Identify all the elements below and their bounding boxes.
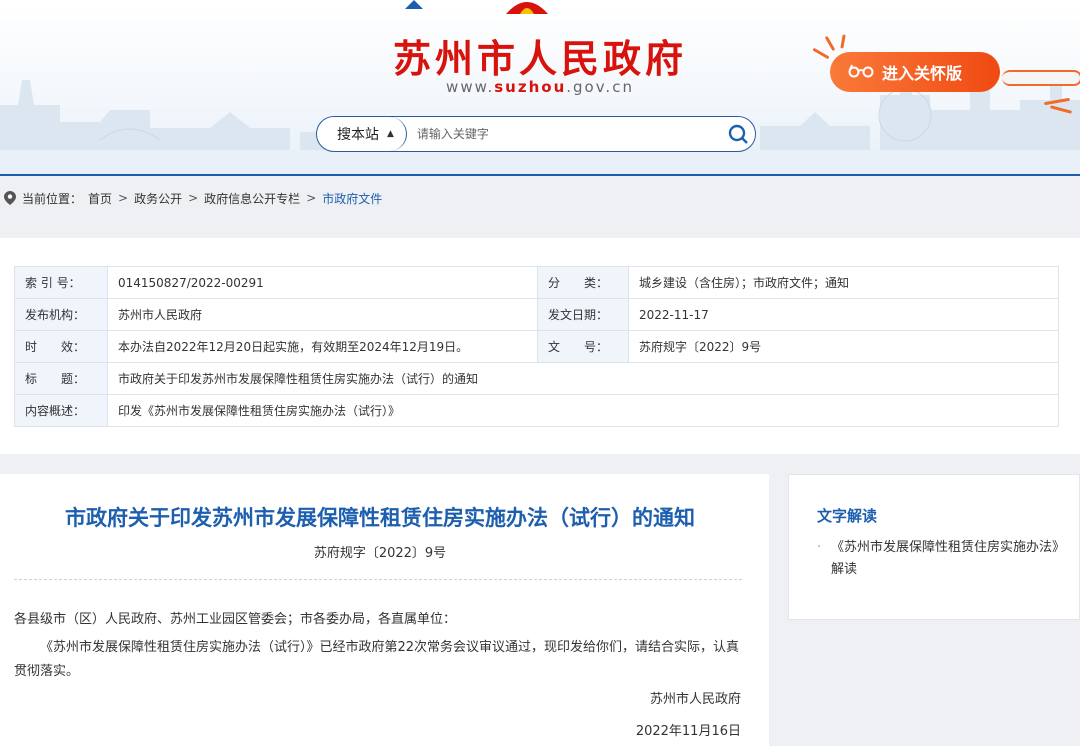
breadcrumb-separator: > [188,191,199,205]
table-row: 时 效： 本办法自2022年12月20日起实施，有效期至2024年12月19日。… [14,330,1059,363]
article-panel: 市政府关于印发苏州市发展保障性租赁住房实施办法（试行）的通知 苏府规字〔2022… [0,474,769,746]
search-button[interactable] [721,117,755,151]
validity-value: 本办法自2022年12月20日起实施，有效期至2024年12月19日。 [107,330,538,363]
breadcrumb: 当前位置： 首页 > 政务公开 > 政府信息公开专栏 > 市政府文件 [0,177,1080,219]
document-meta-section: 索 引 号： 014150827/2022-00291 分 类： 城乡建设（含住… [0,238,1080,454]
document-meta-table: 索 引 号： 014150827/2022-00291 分 类： 城乡建设（含住… [14,266,1059,427]
interpretation-link[interactable]: · 《苏州市发展保障性租赁住房实施办法》解读 [815,537,1065,581]
search-scope-dropdown[interactable]: 搜本站 ▲ [317,117,407,151]
doc-number-label: 文 号： [537,330,629,363]
article-body: 各县级市（区）人民政府、苏州工业园区管委会；市各委办局，各直属单位： 《苏州市发… [14,608,744,684]
summary-value: 印发《苏州市发展保障性租赁住房实施办法（试行）》 [107,394,1059,427]
category-value: 城乡建设（含住房）；市政府文件；通知 [628,266,1059,299]
interpretation-title: 文字解读 [817,507,878,525]
table-row: 标 题： 市政府关于印发苏州市发展保障性租赁住房实施办法（试行）的通知 [14,362,1059,395]
category-label: 分 类： [537,266,629,299]
site-header: 苏州市人民政府 www.suzhou.gov.cn 进入关怀版 搜本站 ▲ [0,0,1080,176]
glasses-icon [848,63,874,82]
date-label: 发文日期： [537,298,629,331]
article-divider [14,579,742,580]
breadcrumb-prefix: 当前位置： [22,191,83,206]
publisher-label: 发布机构： [14,298,108,331]
summary-label: 内容概述： [14,394,108,427]
breadcrumb-info-column[interactable]: 政府信息公开专栏 [204,190,300,207]
article-doc-number: 苏府规字〔2022〕9号 [313,546,447,561]
publisher-value: 苏州市人民政府 [107,298,538,331]
title-label: 标 题： [14,362,108,395]
article-salutation: 各县级市（区）人民政府、苏州工业园区管委会；市各委办局，各直属单位： [14,612,457,627]
article-sign-date: 2022年11月16日 [635,724,741,739]
search-input[interactable] [406,127,721,141]
triangle-marker-icon [405,0,423,9]
table-row: 内容概述： 印发《苏州市发展保障性租赁住房实施办法（试行）》 [14,394,1059,427]
interpretation-link-text: 《苏州市发展保障性租赁住房实施办法》解读 [831,540,1066,577]
breadcrumb-home[interactable]: 首页 [88,190,112,207]
interpretation-panel: 文字解读 · 《苏州市发展保障性租赁住房实施办法》解读 [788,474,1080,620]
breadcrumb-separator: > [118,191,129,205]
article-paragraph: 《苏州市发展保障性租赁住房实施办法（试行）》已经市政府第22次常务会议审议通过，… [14,640,740,679]
article-signer: 苏州市人民政府 [649,692,741,707]
header-divider [0,174,1080,176]
location-pin-icon [4,191,16,205]
date-value: 2022-11-17 [628,298,1059,331]
care-mode-tail [1002,70,1080,86]
care-mode-label: 进入关怀版 [882,64,963,83]
care-mode-button[interactable]: 进入关怀版 [830,52,1000,92]
index-value: 014150827/2022-00291 [107,266,538,299]
search-icon [728,124,748,144]
breadcrumb-gov-affairs[interactable]: 政务公开 [134,190,182,207]
national-emblem-icon [506,2,548,14]
search-bar: 搜本站 ▲ [316,116,756,152]
table-row: 索 引 号： 014150827/2022-00291 分 类： 城乡建设（含住… [14,266,1059,299]
search-scope-label: 搜本站 [337,127,379,143]
table-row: 发布机构： 苏州市人民政府 发文日期： 2022-11-17 [14,298,1059,331]
article-title: 市政府关于印发苏州市发展保障性租赁住房实施办法（试行）的通知 [65,506,695,530]
triangle-up-icon: ▲ [387,129,394,139]
validity-label: 时 效： [14,330,108,363]
title-value: 市政府关于印发苏州市发展保障性租赁住房实施办法（试行）的通知 [107,362,1059,395]
breadcrumb-current[interactable]: 市政府文件 [322,190,382,207]
bullet-icon: · [817,540,822,555]
index-label: 索 引 号： [14,266,108,299]
breadcrumb-separator: > [306,191,317,205]
doc-number-value: 苏府规字〔2022〕9号 [628,330,1059,363]
